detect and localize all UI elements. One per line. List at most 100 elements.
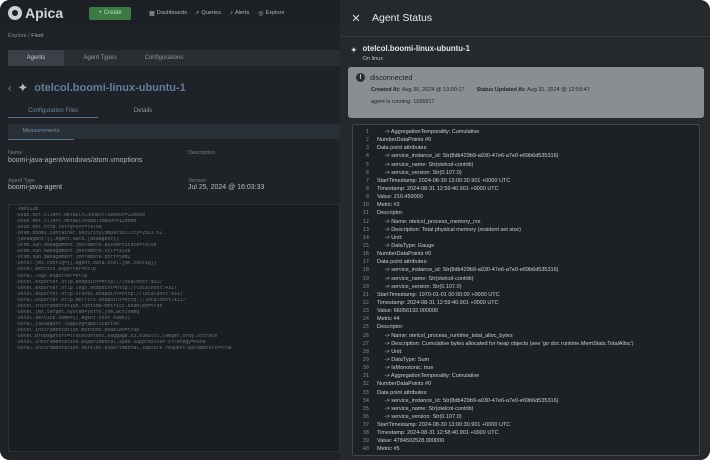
telescope-icon: ✦: [350, 45, 358, 55]
config-file-path: boomi-java-agent/windows/atom.vmoptions: [8, 157, 143, 164]
line-text: -> Description: Total physical memory (r…: [377, 226, 522, 233]
line-text: -> Name: otelcol_process_memory_rss: [377, 218, 481, 225]
tab-configurations[interactable]: Configurations: [136, 50, 192, 66]
log-line: 10 Metric #3: [357, 201, 695, 209]
line-text: Value: 66056192.000000: [377, 308, 439, 315]
config-editor[interactable]: -Xmx512m -Dsun.net.client.defaultConnectT…: [8, 204, 340, 452]
nav-alerts[interactable]: ♪ Alerts: [230, 10, 249, 17]
line-text: -> service_version: Str(0.107.0): [377, 413, 462, 420]
line-text: -> Unit:: [377, 234, 403, 241]
status-log-viewer[interactable]: 1 -> AggregationTemporality: Cumulative 2…: [352, 124, 700, 456]
agent-type-value: boomi-java-agent: [8, 184, 63, 191]
background-app: Apica + Create ▦ Dashboards ⌕ Queries ♪ Ale…: [0, 0, 340, 460]
log-line: 7 StartTimestamp: 2024-08-30 13:00:30.901…: [357, 177, 695, 185]
line-text: -> DataType: Gauge: [377, 242, 435, 249]
line-text: Metric #4: [377, 316, 400, 323]
log-line: 38 Timestamp: 2024-08-31 12:58:40.901 +00…: [357, 429, 695, 437]
line-number: 14: [362, 234, 369, 241]
log-line: 37 StartTimestamp: 2024-08-30 13:00:30.90…: [357, 421, 695, 429]
line-text: Timestamp: 2024-08-31 12:58:40.901 +0000…: [377, 430, 499, 437]
line-text: -> service_version: Str(0.107.0): [377, 169, 462, 176]
line-number: 36: [362, 413, 369, 420]
line-text: -> service_instance_id: Str(8db429b9-a03…: [377, 267, 559, 274]
nav-explore[interactable]: ◎ Explore: [258, 10, 284, 17]
line-number: 6: [365, 169, 369, 176]
tab-agents[interactable]: Agents: [8, 50, 64, 66]
agent-sub-tabs: Configuration Files Details: [8, 104, 188, 118]
line-text: -> service_instance_id: Str(8db429b9-a03…: [377, 397, 559, 404]
tab-measurements[interactable]: Measurements: [8, 124, 74, 140]
line-text: Metric #5: [377, 446, 400, 453]
host-name: otelcol.boomi-linux-ubuntu-1: [362, 44, 470, 53]
bell-icon: ♪: [229, 10, 233, 16]
nav-label: Explore: [265, 10, 285, 16]
updated-at: Status Updated At: Aug 31, 2024 @ 12:59:…: [476, 87, 589, 93]
running-text: agent is running: 1695917: [371, 99, 435, 105]
log-line: 36 -> service_version: Str(0.107.0): [357, 413, 695, 421]
host-os: On linux: [362, 56, 384, 62]
line-number: 25: [362, 324, 369, 331]
drawer-title: Agent Status: [372, 12, 433, 24]
main-tabs: Agents Agent Types Configurations: [8, 50, 340, 66]
line-text: Value: 210.450000: [377, 194, 423, 201]
nav-label: Alerts: [234, 10, 250, 16]
log-line: 32 NumberDataPoints #0: [357, 380, 695, 388]
nav-queries[interactable]: ⌕ Queries: [196, 10, 221, 17]
created-value: Aug 30, 2024 @ 13:00:17: [401, 87, 465, 93]
tab-details[interactable]: Details: [98, 104, 188, 118]
log-line: 31 -> AggregationTemporality: Cumulative: [357, 372, 695, 380]
line-text: Descriptor:: [377, 454, 404, 456]
log-line: 17 Data point attributes:: [357, 258, 695, 266]
line-text: StartTimestamp: 2024-08-30 13:00:30.901 …: [377, 177, 511, 184]
line-text: StartTimestamp: 2024-08-30 13:00:30.901 …: [377, 422, 511, 429]
line-number: 33: [362, 389, 369, 396]
line-number: 7: [365, 177, 369, 184]
line-text: StartTimestamp: 1970-01-01 00:00:00 +000…: [377, 291, 500, 298]
line-number: 29: [362, 356, 369, 363]
line-text: NumberDataPoints #0: [377, 251, 432, 258]
line-number: 18: [362, 267, 369, 274]
tab-configuration-files[interactable]: Configuration Files: [8, 104, 98, 118]
close-icon[interactable]: ✕: [350, 12, 362, 25]
meta-row-agent-type: Agent Type boomi-java-agent Version Jul …: [8, 178, 340, 191]
tab-agent-types[interactable]: Agent Types: [72, 50, 128, 66]
apica-logo[interactable]: Apica: [8, 5, 63, 21]
log-line: 33 Data point attributes:: [357, 389, 695, 397]
dashboard-icon: ▦: [149, 10, 155, 17]
breadcrumb-root[interactable]: Explore: [8, 33, 27, 39]
log-line: 27 -> Description: Cumulative bytes allo…: [357, 340, 695, 348]
line-number: 3: [365, 145, 369, 152]
search-icon: ⌕: [195, 9, 200, 16]
create-button[interactable]: + Create: [89, 6, 132, 20]
line-number: 35: [362, 405, 369, 412]
status-card: ! disconnected Created At: Aug 30, 2024 …: [348, 67, 704, 118]
log-line: 29 -> DataType: Sum: [357, 356, 695, 364]
line-text: -> service_name: Str(otelcol-contrib): [377, 405, 474, 412]
log-line: 15 -> DataType: Gauge: [357, 242, 695, 250]
log-line: 26 -> Name: otelcol_process_runtime_tota…: [357, 332, 695, 340]
log-line: 20 -> service_version: Str(0.107.0): [357, 283, 695, 291]
line-number: 32: [362, 381, 369, 388]
line-number: 30: [362, 365, 369, 372]
log-line: 39 Value: 4784592528.000000: [357, 437, 695, 445]
line-number: 2: [365, 137, 369, 144]
nav-dashboards[interactable]: ▦ Dashboards: [149, 10, 187, 17]
agent-status-drawer: ✕ Agent Status ✦ otelcol.boomi-linux-ubu…: [340, 0, 710, 460]
app-window: Apica + Create ▦ Dashboards ⌕ Queries ♪ Ale…: [0, 0, 710, 460]
line-number: 34: [362, 397, 369, 404]
log-line: 13 -> Description: Total physical memory…: [357, 226, 695, 234]
status-text: disconnected: [370, 73, 413, 82]
line-text: NumberDataPoints #0: [377, 381, 432, 388]
line-text: Timestamp: 2024-08-31 12:59:40.901 +0000…: [377, 185, 499, 192]
back-arrow-icon[interactable]: ‹: [8, 83, 11, 94]
line-number: 37: [362, 422, 369, 429]
apica-logo-icon: [8, 6, 22, 20]
line-number: 20: [362, 283, 369, 290]
line-number: 15: [362, 242, 369, 249]
line-text: -> DataType: Sum: [377, 356, 430, 363]
config-line: -Dotel.instrumentation.servlet.experimen…: [15, 346, 232, 352]
description-label: Description: [188, 150, 215, 156]
name-label: Name: [8, 150, 23, 156]
log-line: 21 StartTimestamp: 1970-01-01 00:00:00 +0…: [357, 291, 695, 299]
line-text: -> service_name: Str(otelcol-contrib): [377, 161, 474, 168]
